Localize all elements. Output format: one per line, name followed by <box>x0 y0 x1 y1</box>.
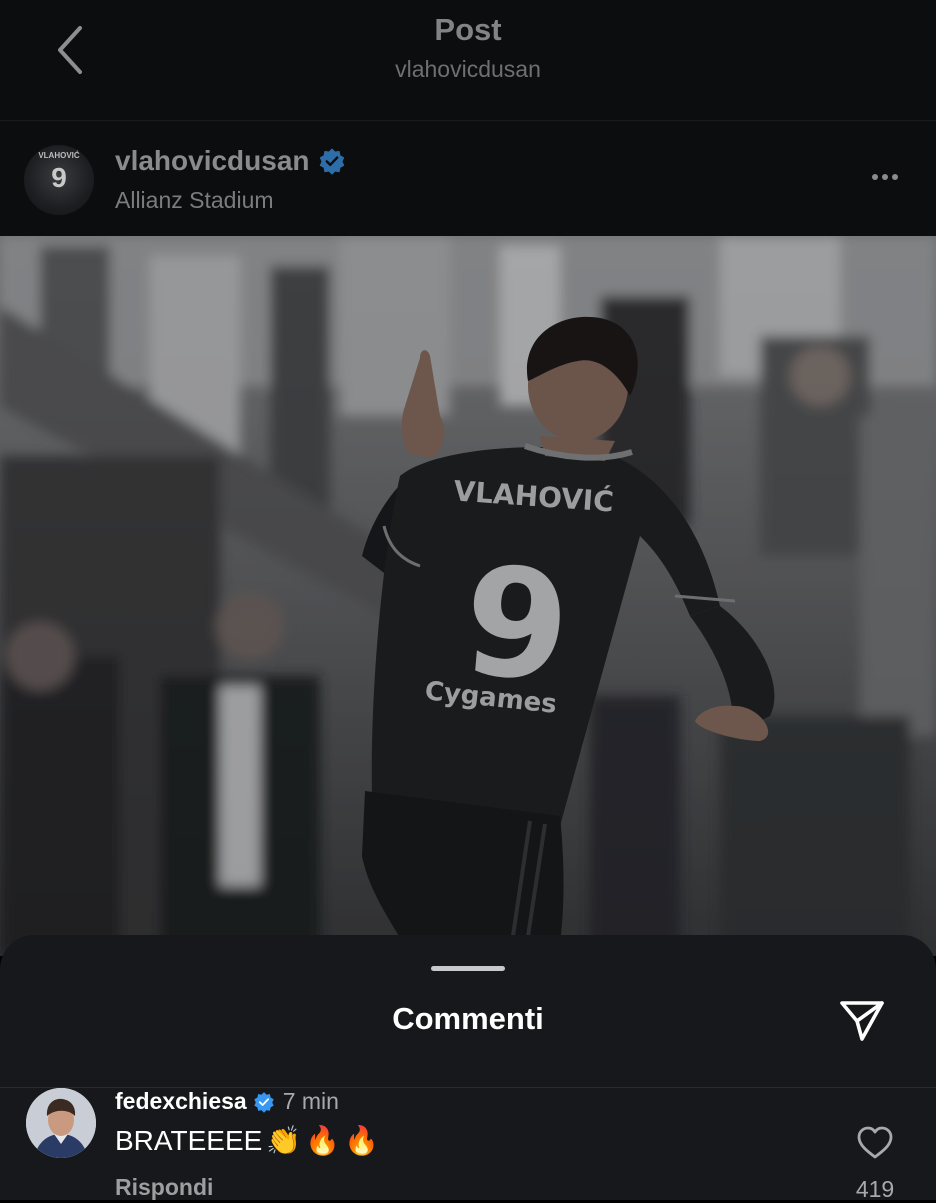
comment-meta-row: fedexchiesa 7 min <box>115 1088 339 1115</box>
heart-outline-icon <box>857 1126 893 1159</box>
post-header: VLAHOVIĆ 9 vlahovicdusan Allianz Stadium <box>0 120 936 237</box>
commenter-avatar[interactable] <box>26 1088 96 1158</box>
like-count: 419 <box>855 1176 895 1202</box>
comment-text: BRATEEEE <box>115 1124 263 1156</box>
comments-title: Commenti <box>392 1001 544 1036</box>
commenter-username[interactable]: fedexchiesa <box>115 1088 247 1115</box>
reply-button[interactable]: Rispondi <box>115 1174 213 1201</box>
fire-emoji-icon: 🔥 <box>305 1125 341 1156</box>
more-options-button[interactable] <box>870 167 906 187</box>
avatar-jersey-number: 9 <box>51 162 67 193</box>
author-username[interactable]: vlahovicdusan <box>115 145 310 177</box>
send-icon <box>840 1001 884 1041</box>
clap-emoji-icon: 👏 <box>266 1125 302 1156</box>
fire-emoji-icon: 🔥 <box>344 1125 379 1156</box>
more-dot <box>892 174 898 180</box>
verified-badge-icon <box>319 148 344 175</box>
more-horizontal-icon <box>872 174 878 180</box>
comment-timestamp: 7 min <box>282 1088 339 1114</box>
comments-sheet: Commenti fedexchiesa 7 min BRATEEEE 👏 🔥 … <box>0 935 936 1202</box>
page-subtitle: vlahovicdusan <box>395 56 541 82</box>
sheet-grabber-handle[interactable] <box>431 966 505 971</box>
commenter-avatar-image <box>26 1088 96 1158</box>
share-button[interactable] <box>836 995 888 1047</box>
comment-body: BRATEEEE 👏 🔥 🔥 <box>115 1124 379 1157</box>
like-comment-button[interactable] <box>857 1126 893 1160</box>
post-photo-illustration: VLAHOVIĆ 9 Cygames <box>0 236 936 956</box>
post-location[interactable]: Allianz Stadium <box>115 187 274 214</box>
top-navigation-bar: Post vlahovicdusan <box>0 0 936 120</box>
avatar-jersey-name: VLAHOVIĆ <box>38 151 80 160</box>
author-name-row: vlahovicdusan <box>115 145 346 177</box>
page-title: Post <box>434 12 502 47</box>
author-avatar[interactable]: VLAHOVIĆ 9 <box>24 145 94 215</box>
comment-item: fedexchiesa 7 min BRATEEEE 👏 🔥 🔥 Rispond… <box>0 1088 936 1202</box>
more-dot <box>882 174 888 180</box>
verified-badge-icon <box>254 1091 274 1113</box>
post-photo[interactable]: VLAHOVIĆ 9 Cygames <box>0 236 936 956</box>
